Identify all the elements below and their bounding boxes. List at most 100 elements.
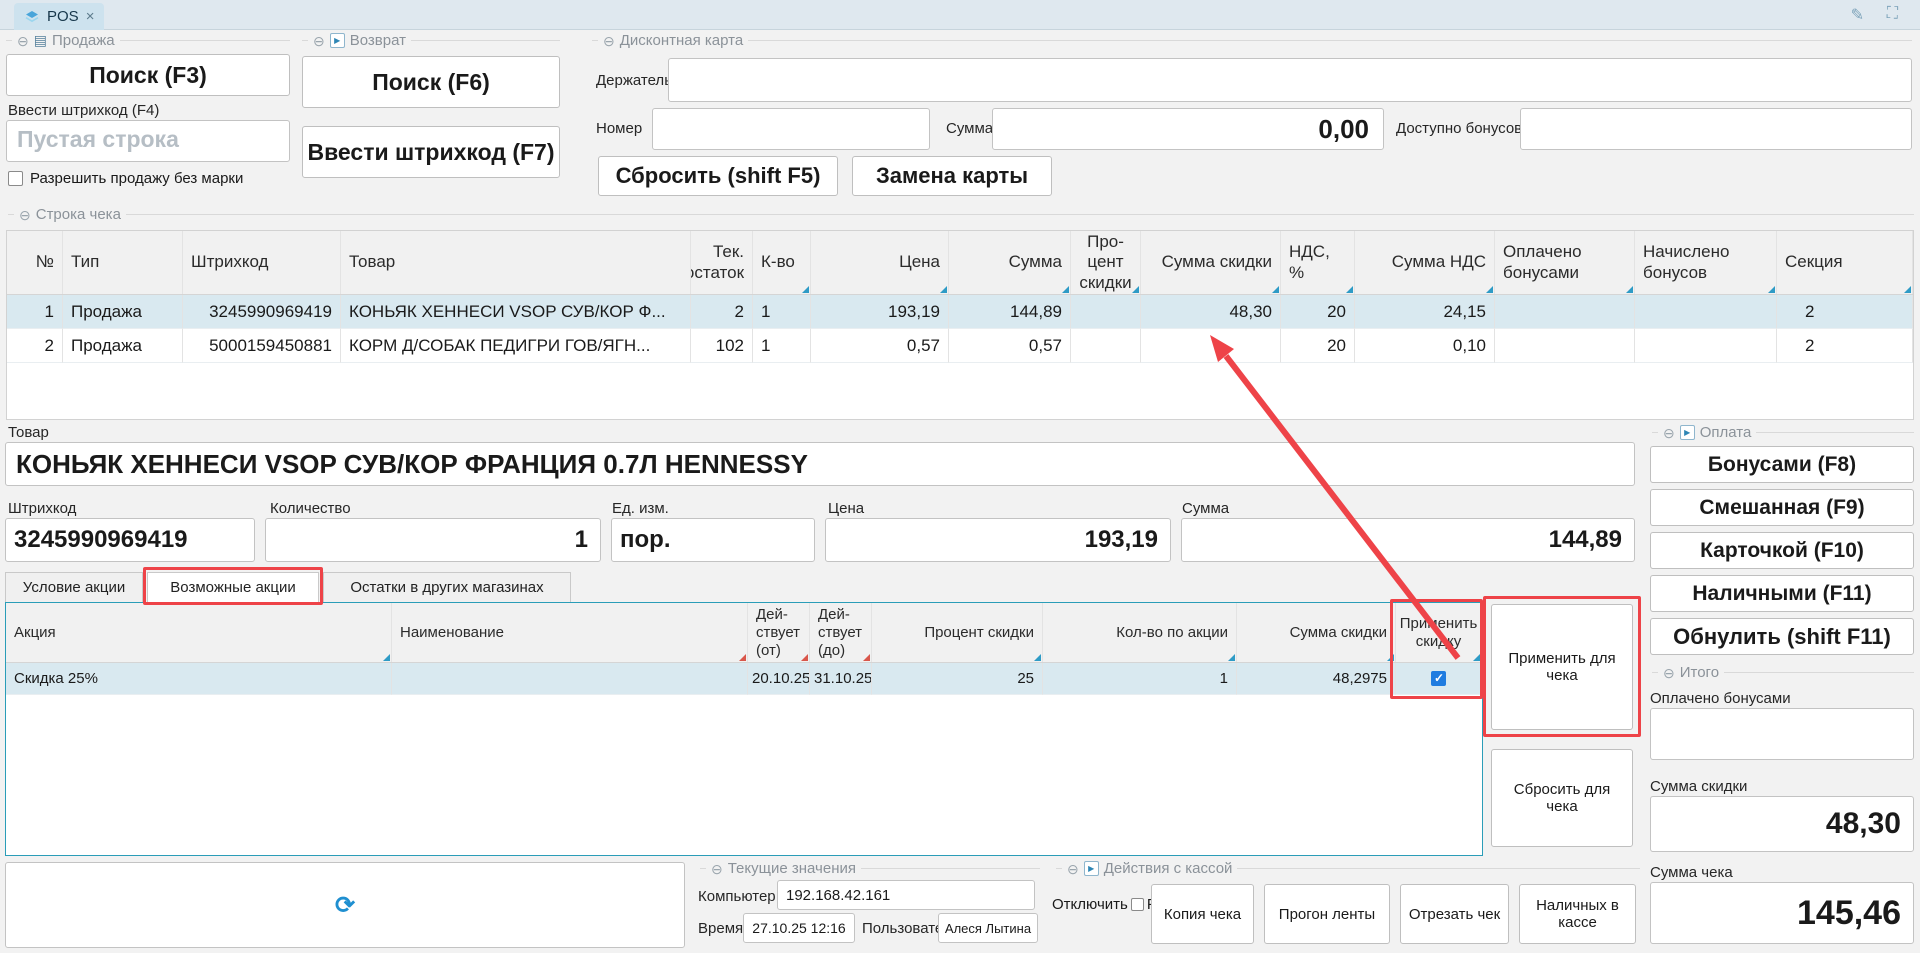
- header-cell[interactable]: Сумма НДС: [1355, 231, 1495, 294]
- promo-row[interactable]: Скидка 25% 20.10.25 31.10.25 25 1 48,297…: [6, 663, 1482, 695]
- refund-search-button[interactable]: Поиск (F6): [302, 56, 560, 108]
- disable-checkbox-row[interactable]: Отключить Р: [1052, 896, 1157, 913]
- header-cell[interactable]: Оплачено бонусами: [1495, 231, 1635, 294]
- refresh-icon[interactable]: ⟳: [335, 891, 355, 920]
- header-cell[interactable]: Наименование: [392, 603, 748, 662]
- reset-for-receipt-button[interactable]: Сбросить для чека: [1491, 749, 1633, 847]
- card-reset-button[interactable]: Сбросить (shift F5): [598, 156, 838, 196]
- collapse-icon[interactable]: ⊖: [19, 208, 31, 222]
- expand-icon[interactable]: ⛶: [1887, 5, 1898, 23]
- cell: 1: [1043, 663, 1237, 695]
- header-cell[interactable]: Сумма скидки: [1141, 231, 1281, 294]
- header-cell[interactable]: Дей- ствует (до): [810, 603, 872, 662]
- cell: 0,57: [949, 329, 1071, 363]
- sale-barcode-input[interactable]: [6, 120, 290, 162]
- header-cell[interactable]: Кол-во по акции: [1043, 603, 1237, 662]
- tab-other-stores-stock[interactable]: Остатки в других магазинах: [323, 572, 571, 602]
- feed-tape-button[interactable]: Прогон ленты: [1264, 884, 1390, 944]
- product-label: Товар: [8, 424, 49, 441]
- header-cell[interactable]: №: [7, 231, 63, 294]
- cell: [1635, 295, 1777, 329]
- pay-bonus-button[interactable]: Бонусами (F8): [1650, 446, 1914, 483]
- cell: 102: [691, 329, 753, 363]
- group-receipt-title: Строка чека: [36, 206, 121, 223]
- product-qty-label: Количество: [270, 500, 351, 517]
- product-name: КОНЬЯК ХЕННЕСИ VSOP СУВ/КОР ФРАНЦИЯ 0.7Л…: [5, 442, 1635, 486]
- header-cell[interactable]: К-во: [753, 231, 811, 294]
- sale-barcode-label: Ввести штрихкод (F4): [8, 102, 159, 119]
- header-cell[interactable]: Сумма скидки: [1237, 603, 1396, 662]
- tab-bar: POS × ✎ ⛶: [0, 0, 1920, 30]
- cell: 193,19: [811, 295, 949, 329]
- card-replace-button[interactable]: Замена карты: [852, 156, 1052, 196]
- cell: КОНЬЯК ХЕННЕСИ VSOP СУВ/КОР Ф...: [341, 295, 691, 329]
- cell: 48,30: [1141, 295, 1281, 329]
- collapse-icon[interactable]: ⊖: [603, 34, 615, 48]
- header-cell[interactable]: НДС, %: [1281, 231, 1355, 294]
- receipt-copy-button[interactable]: Копия чека: [1151, 884, 1254, 944]
- refresh-panel[interactable]: ⟳: [5, 862, 685, 948]
- group-refund-title: Возврат: [350, 32, 406, 49]
- tab-title: POS: [47, 8, 79, 25]
- holder-input[interactable]: [668, 58, 1912, 102]
- disable-checkbox[interactable]: [1131, 898, 1144, 911]
- collapse-icon[interactable]: ⊖: [17, 34, 29, 48]
- header-cell[interactable]: Применить скидку: [1396, 603, 1482, 662]
- cut-receipt-button[interactable]: Отрезать чек: [1400, 884, 1509, 944]
- header-cell[interactable]: Начислено бонусов: [1635, 231, 1777, 294]
- header-cell[interactable]: Цена: [811, 231, 949, 294]
- group-totals-title: Итого: [1680, 664, 1719, 681]
- play-icon: ▶: [1680, 425, 1695, 440]
- pay-mixed-button[interactable]: Смешанная (F9): [1650, 489, 1914, 526]
- collapse-icon[interactable]: ⊖: [711, 862, 723, 876]
- header-cell[interactable]: Дей- ствует (от): [748, 603, 810, 662]
- apply-discount-cell[interactable]: [1396, 663, 1482, 695]
- tab-promo-conditions[interactable]: Условие акции: [5, 572, 143, 602]
- no-mark-checkbox[interactable]: [8, 171, 23, 186]
- cash-in-drawer-button[interactable]: Наличных в кассе: [1519, 884, 1636, 944]
- bonus-available-input[interactable]: [1520, 108, 1912, 150]
- product-barcode-label: Штрихкод: [8, 500, 76, 517]
- collapse-icon[interactable]: ⊖: [1663, 426, 1675, 440]
- tab-pos[interactable]: POS ×: [14, 3, 104, 30]
- collapse-icon[interactable]: ⊖: [1067, 862, 1079, 876]
- header-cell[interactable]: Тип: [63, 231, 183, 294]
- header-cell[interactable]: Сумма: [949, 231, 1071, 294]
- product-price-label: Цена: [828, 500, 864, 517]
- collapse-icon[interactable]: ⊖: [313, 34, 325, 48]
- receipt-table: № Тип Штрихкод Товар Тек. остаток К-во Ц…: [6, 230, 1914, 420]
- sale-search-button[interactable]: Поиск (F3): [6, 54, 290, 96]
- header-cell[interactable]: Штрихкод: [183, 231, 341, 294]
- receipt-row-2[interactable]: 2 Продажа 5000159450881 КОРМ Д/СОБАК ПЕД…: [7, 329, 1913, 363]
- header-cell[interactable]: Тек. остаток: [691, 231, 753, 294]
- clear-receipt-button[interactable]: Обнулить (shift F11): [1650, 618, 1914, 655]
- group-totals: ⊖ Итого: [1652, 664, 1914, 681]
- header-cell[interactable]: Акция: [6, 603, 392, 662]
- group-payment-title: Оплата: [1700, 424, 1752, 441]
- header-cell[interactable]: Товар: [341, 231, 691, 294]
- group-sale-title: Продажа: [52, 32, 115, 49]
- receipt-row-1[interactable]: 1 Продажа 3245990969419 КОНЬЯК ХЕННЕСИ V…: [7, 295, 1913, 329]
- apply-for-receipt-button[interactable]: Применить для чека: [1491, 604, 1633, 730]
- pay-cash-button[interactable]: Наличными (F11): [1650, 575, 1914, 612]
- paid-bonus-value: [1650, 708, 1914, 760]
- promo-table-header: Акция Наименование Дей- ствует (от) Дей-…: [6, 603, 1482, 663]
- group-cash-actions-title: Действия с кассой: [1104, 860, 1233, 877]
- edit-icon[interactable]: ✎: [1851, 5, 1864, 25]
- tab-possible-promos[interactable]: Возможные акции: [147, 572, 319, 602]
- header-cell[interactable]: Секция: [1777, 231, 1913, 294]
- refund-barcode-button[interactable]: Ввести штрихкод (F7): [302, 126, 560, 178]
- no-mark-checkbox-row[interactable]: Разрешить продажу без марки: [8, 170, 243, 187]
- product-qty-value[interactable]: 1: [265, 518, 601, 562]
- apply-discount-checkbox[interactable]: [1431, 671, 1446, 686]
- pay-card-button[interactable]: Карточкой (F10): [1650, 532, 1914, 569]
- close-icon[interactable]: ×: [86, 8, 95, 25]
- header-cell[interactable]: Про- цент скидки: [1071, 231, 1141, 294]
- collapse-icon[interactable]: ⊖: [1663, 666, 1675, 680]
- cell: 2: [1777, 329, 1913, 363]
- header-cell[interactable]: Процент скидки: [872, 603, 1043, 662]
- time-value: 27.10.25 12:16: [743, 913, 855, 943]
- no-mark-label: Разрешить продажу без марки: [30, 170, 243, 187]
- card-number-input[interactable]: [652, 108, 930, 150]
- user-value: Алеся Лытина: [938, 913, 1038, 943]
